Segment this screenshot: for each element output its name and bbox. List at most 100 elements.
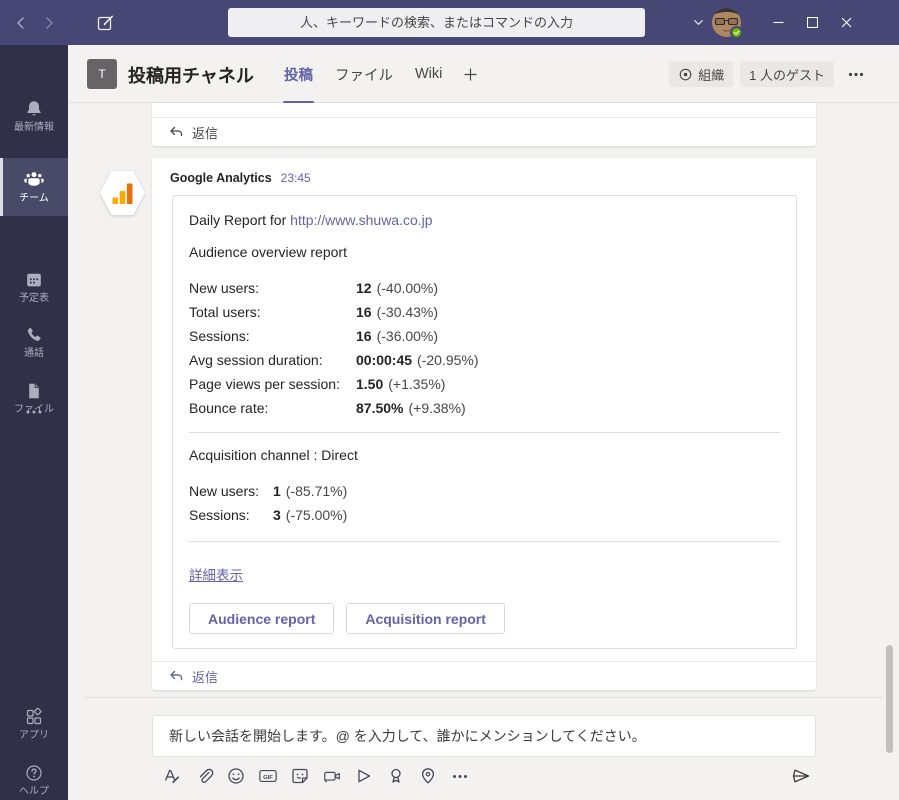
add-tab-button[interactable] bbox=[453, 45, 488, 103]
app-rail: 最新情報 チャット チーム 予定表 通話 ファイル アプリ bbox=[0, 45, 68, 800]
channel-more-button[interactable] bbox=[841, 61, 871, 87]
praise-button[interactable] bbox=[386, 762, 406, 790]
stat-value: 1.50 bbox=[356, 372, 383, 396]
rail-item-teams[interactable]: チーム bbox=[0, 158, 68, 216]
stat-row: Bounce rate: 87.50% (+9.38%) bbox=[189, 396, 780, 420]
team-avatar[interactable]: T bbox=[87, 59, 117, 89]
minimize-icon bbox=[773, 17, 784, 28]
audience-section-title: Audience overview report bbox=[189, 242, 780, 262]
previous-card-bottom bbox=[152, 103, 816, 117]
rail-label: 予定表 bbox=[19, 293, 49, 304]
send-button[interactable] bbox=[788, 762, 814, 790]
stat-label: Bounce rate: bbox=[189, 396, 356, 420]
message-author: Google Analytics bbox=[170, 171, 272, 185]
search-input[interactable] bbox=[228, 8, 645, 37]
message-card: Google Analytics 23:45 Daily Report for … bbox=[152, 158, 816, 690]
eye-icon bbox=[678, 67, 693, 82]
acquisition-report-button[interactable]: Acquisition report bbox=[346, 603, 505, 634]
location-pin-icon bbox=[418, 766, 438, 786]
new-chat-button[interactable] bbox=[90, 0, 120, 45]
reply-link[interactable]: 返信 bbox=[152, 661, 816, 690]
calendar-icon bbox=[24, 270, 44, 290]
rail-item-calls[interactable]: 通話 bbox=[0, 313, 68, 371]
emoji-button[interactable] bbox=[226, 762, 246, 790]
org-visibility-chip[interactable]: 組織 bbox=[669, 61, 733, 87]
tab-posts[interactable]: 投稿 bbox=[273, 45, 324, 103]
tab-wiki[interactable]: Wiki bbox=[404, 45, 453, 103]
compose-toolbar: GIF bbox=[162, 762, 470, 790]
stat-value: 3 bbox=[273, 503, 281, 527]
forward-button[interactable] bbox=[36, 0, 62, 45]
sticker-button[interactable] bbox=[290, 762, 310, 790]
close-icon bbox=[841, 17, 852, 28]
stat-delta: (-85.71%) bbox=[286, 479, 347, 503]
stat-value: 12 bbox=[356, 276, 372, 300]
channel-header: T 投稿用チャネル 投稿 ファイル Wiki 組織 1 人のゲスト bbox=[68, 45, 899, 103]
attach-button[interactable] bbox=[194, 762, 214, 790]
stat-label: Sessions: bbox=[189, 324, 356, 348]
scrollbar-thumb[interactable] bbox=[886, 645, 893, 753]
user-avatar[interactable] bbox=[712, 8, 741, 37]
tab-files[interactable]: ファイル bbox=[324, 45, 404, 103]
maximize-icon bbox=[807, 17, 818, 28]
maximize-button[interactable] bbox=[795, 0, 829, 45]
google-analytics-avatar bbox=[100, 171, 145, 215]
rail-label: 最新情報 bbox=[14, 122, 54, 133]
rail-item-apps[interactable]: アプリ bbox=[0, 695, 68, 753]
content-divider bbox=[84, 697, 883, 698]
intro-text: Daily Report for bbox=[189, 212, 290, 228]
stat-value: 87.50% bbox=[356, 396, 403, 420]
plus-icon bbox=[463, 67, 478, 82]
rail-item-calendar[interactable]: 予定表 bbox=[0, 258, 68, 316]
profile-menu-button[interactable] bbox=[687, 0, 709, 45]
close-button[interactable] bbox=[829, 0, 863, 45]
svg-text:GIF: GIF bbox=[263, 775, 273, 781]
audience-report-button[interactable]: Audience report bbox=[189, 603, 334, 634]
previous-message-card: 返信 bbox=[152, 103, 816, 146]
reply-link[interactable]: 返信 bbox=[152, 117, 816, 146]
site-url-link[interactable]: http://www.shuwa.co.jp bbox=[290, 212, 432, 228]
reply-label: 返信 bbox=[192, 123, 218, 142]
report-intro: Daily Report for http://www.shuwa.co.jp bbox=[189, 210, 780, 230]
titlebar bbox=[0, 0, 899, 45]
new-message-input[interactable] bbox=[152, 715, 816, 757]
stat-delta: (-40.00%) bbox=[377, 276, 438, 300]
rail-item-help[interactable]: ヘルプ bbox=[0, 751, 68, 800]
stat-row: Sessions: 3 (-75.00%) bbox=[189, 503, 780, 527]
ellipsis-icon bbox=[25, 409, 43, 415]
stat-row: Total users: 16 (-30.43%) bbox=[189, 300, 780, 324]
gif-button[interactable]: GIF bbox=[258, 762, 278, 790]
stat-row: Avg session duration: 00:00:45 (-20.95%) bbox=[189, 348, 780, 372]
details-link[interactable]: 詳細表示 bbox=[189, 564, 243, 584]
guest-count-badge[interactable]: 1 人のゲスト bbox=[740, 61, 834, 87]
meet-now-button[interactable] bbox=[322, 762, 342, 790]
stat-label: Avg session duration: bbox=[189, 348, 356, 372]
format-icon bbox=[162, 766, 182, 786]
stat-value: 00:00:45 bbox=[356, 348, 412, 372]
stat-value: 16 bbox=[356, 300, 372, 324]
ellipsis-icon bbox=[848, 72, 864, 77]
location-button[interactable] bbox=[418, 762, 438, 790]
stat-value: 16 bbox=[356, 324, 372, 348]
back-button[interactable] bbox=[8, 0, 34, 45]
send-icon bbox=[790, 766, 812, 786]
stat-row: New users: 1 (-85.71%) bbox=[189, 479, 780, 503]
help-icon bbox=[24, 763, 44, 783]
compose-more-button[interactable] bbox=[450, 762, 470, 790]
rail-more-button[interactable] bbox=[0, 397, 68, 427]
section-divider bbox=[189, 541, 780, 542]
rail-item-activity[interactable]: 最新情報 bbox=[0, 87, 68, 145]
video-camera-icon bbox=[322, 766, 342, 786]
chevron-right-icon bbox=[42, 16, 56, 30]
acquisition-stats-table: New users: 1 (-85.71%) Sessions: 3 (-75.… bbox=[189, 479, 780, 527]
bell-icon bbox=[24, 99, 44, 119]
google-analytics-logo-icon bbox=[112, 183, 133, 204]
minimize-button[interactable] bbox=[761, 0, 795, 45]
stat-delta: (-20.95%) bbox=[417, 348, 478, 372]
stream-button[interactable] bbox=[354, 762, 374, 790]
format-button[interactable] bbox=[162, 762, 182, 790]
rail-label: チーム bbox=[19, 193, 49, 204]
message-header: Google Analytics 23:45 bbox=[152, 158, 816, 185]
stat-label: Total users: bbox=[189, 300, 356, 324]
stat-value: 1 bbox=[273, 479, 281, 503]
